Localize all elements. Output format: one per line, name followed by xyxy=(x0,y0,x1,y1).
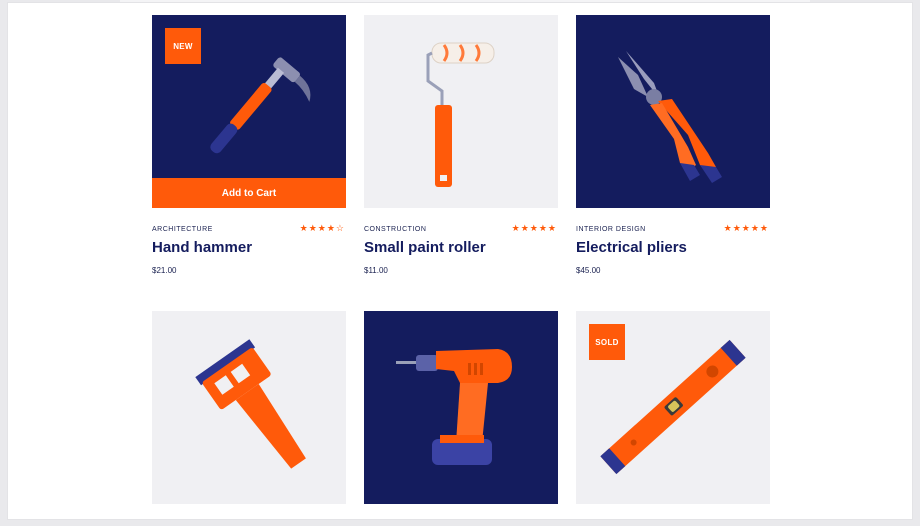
product-category[interactable]: INTERIOR DESIGN xyxy=(576,226,646,233)
star-filled-icon: ★ xyxy=(317,223,326,233)
paint-roller-icon xyxy=(426,42,495,187)
star-filled-icon: ★ xyxy=(750,223,759,233)
product-name[interactable]: Electrical pliers xyxy=(576,239,687,256)
star-filled-icon: ★ xyxy=(741,223,750,233)
product-card-spirit-level[interactable]: SOLD xyxy=(576,311,770,504)
product-image[interactable] xyxy=(364,15,558,208)
product-name[interactable]: Hand hammer xyxy=(152,239,252,256)
new-badge: NEW xyxy=(165,28,201,64)
product-image[interactable] xyxy=(152,311,346,504)
star-filled-icon: ★ xyxy=(547,223,556,233)
drill-icon xyxy=(396,349,512,465)
rating-stars: ★ ★ ★ ★ ★ xyxy=(512,223,556,233)
star-filled-icon: ★ xyxy=(326,223,335,233)
product-card-scraper[interactable] xyxy=(152,311,346,504)
star-filled-icon: ★ xyxy=(511,223,520,233)
pliers-icon xyxy=(618,51,722,183)
product-price: $21.00 xyxy=(152,266,177,275)
star-filled-icon: ★ xyxy=(520,223,529,233)
scraper-icon xyxy=(195,339,306,469)
star-filled-icon: ★ xyxy=(299,223,308,233)
product-image[interactable] xyxy=(364,311,558,504)
product-price: $45.00 xyxy=(576,266,601,275)
product-card-small-paint-roller[interactable]: CONSTRUCTION ★ ★ ★ ★ ★ Small paint rolle… xyxy=(364,15,558,278)
product-card-hand-hammer[interactable]: NEW Add to Cart ARCHITECTURE ★ ★ ★ ★ ☆ H… xyxy=(152,15,346,278)
product-card-electrical-pliers[interactable]: INTERIOR DESIGN ★ ★ ★ ★ ★ Electrical pli… xyxy=(576,15,770,278)
product-image[interactable] xyxy=(576,15,770,208)
product-name[interactable]: Small paint roller xyxy=(364,239,486,256)
star-filled-icon: ★ xyxy=(529,223,538,233)
sold-badge: SOLD xyxy=(589,324,625,360)
rating-stars: ★ ★ ★ ★ ★ xyxy=(724,223,768,233)
product-category[interactable]: CONSTRUCTION xyxy=(364,226,426,233)
star-filled-icon: ★ xyxy=(732,223,741,233)
star-filled-icon: ★ xyxy=(308,223,317,233)
star-filled-icon: ★ xyxy=(723,223,732,233)
product-image[interactable]: NEW Add to Cart xyxy=(152,15,346,208)
star-filled-icon: ★ xyxy=(538,223,547,233)
product-category[interactable]: ARCHITECTURE xyxy=(152,226,213,233)
product-card-drill[interactable] xyxy=(364,311,558,504)
product-price: $11.00 xyxy=(364,266,388,275)
top-divider xyxy=(120,0,810,2)
rating-stars: ★ ★ ★ ★ ☆ xyxy=(300,223,344,233)
add-to-cart-button[interactable]: Add to Cart xyxy=(152,178,346,208)
star-empty-icon: ☆ xyxy=(335,223,344,233)
product-image[interactable]: SOLD xyxy=(576,311,770,504)
star-filled-icon: ★ xyxy=(759,223,768,233)
